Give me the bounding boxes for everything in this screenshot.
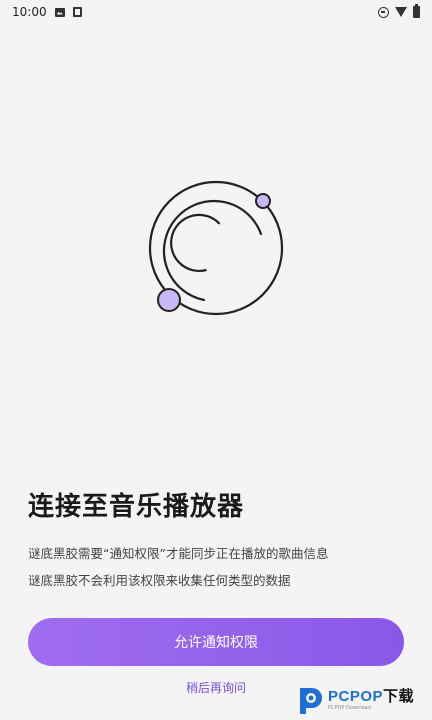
status-bar: 10:00 xyxy=(0,0,432,24)
pcpop-logo-icon xyxy=(296,684,324,716)
large-planet xyxy=(157,288,181,312)
page-title: 连接至音乐播放器 xyxy=(28,492,245,522)
do-not-disturb-icon xyxy=(378,6,389,18)
battery-icon xyxy=(413,4,420,18)
orbit-logo-icon xyxy=(141,176,291,326)
watermark-brand-line: PCPOP下载 xyxy=(328,689,414,704)
download-box-icon xyxy=(72,7,82,17)
description-line-1: 谜底黑胶需要“通知权限”才能同步正在播放的歌曲信息 xyxy=(28,546,329,561)
inner-spiral-core xyxy=(170,213,221,272)
status-time: 10:00 xyxy=(12,5,47,19)
wifi-icon xyxy=(395,7,407,17)
watermark-text: PCPOP下载 PCPOP Download xyxy=(328,689,414,711)
pcpop-watermark: PCPOP下载 PCPOP Download xyxy=(296,682,428,718)
watermark-brand: PCPOP xyxy=(328,688,384,705)
inner-spiral xyxy=(162,199,263,302)
watermark-suffix: 下载 xyxy=(383,688,415,705)
image-icon xyxy=(54,7,65,17)
status-left: 10:00 xyxy=(12,5,82,19)
allow-notification-button[interactable]: 允许通知权限 xyxy=(28,618,404,666)
small-planet xyxy=(255,193,271,209)
description-line-2: 谜底黑胶不会利用该权限来收集任何类型的数据 xyxy=(28,573,291,588)
status-right xyxy=(378,4,420,18)
watermark-sub: PCPOP Download xyxy=(328,705,371,711)
